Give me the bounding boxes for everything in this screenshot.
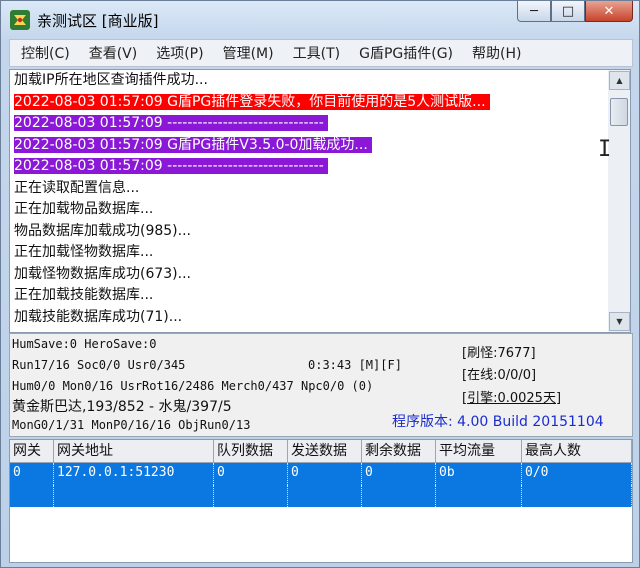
log-line: 加载怪物数据库成功(673)... bbox=[10, 264, 608, 286]
online-counter: [在线:0/0/0] bbox=[462, 368, 537, 383]
table-row[interactable] bbox=[10, 485, 632, 507]
menu-manage[interactable]: 管理(M) bbox=[212, 43, 282, 63]
scroll-down-arrow-icon[interactable]: ▼ bbox=[609, 312, 630, 331]
table-cell: 0 bbox=[362, 463, 436, 485]
log-line-text: 正在加载技能数据库... bbox=[14, 287, 154, 303]
log-line: 物品数据库加载成功(985)... bbox=[10, 221, 608, 243]
status-hum: Hum0/0 Mon0/16 UsrRot16/2486 Merch0/437 … bbox=[12, 379, 374, 393]
window-title: 亲测试区 [商业版] bbox=[37, 12, 159, 30]
table-cell bbox=[54, 485, 214, 507]
table-cell: 0 bbox=[10, 463, 54, 485]
table-cell bbox=[288, 485, 362, 507]
table-cell: 127.0.0.1:51230 bbox=[54, 463, 214, 485]
column-header-gateway-address[interactable]: 网关地址 bbox=[54, 440, 214, 462]
menu-options[interactable]: 选项(P) bbox=[145, 43, 211, 63]
status-run: Run17/16 Soc0/0 Usr0/345 bbox=[12, 358, 186, 372]
log-line: 2022-08-03 01:57:09 G盾PG插件V3.5.0-0加载成功..… bbox=[10, 135, 608, 157]
table-header: 网关 网关地址 队列数据 发送数据 剩余数据 平均流量 最高人数 bbox=[10, 440, 632, 463]
table-cell: 0b bbox=[436, 463, 522, 485]
column-header-avg-traffic[interactable]: 平均流量 bbox=[436, 440, 522, 462]
menu-tools[interactable]: 工具(T) bbox=[282, 43, 348, 63]
engine-counter: [引擎:0.0025天] bbox=[462, 391, 562, 406]
status-monster-info: 黄金斯巴达,193/852 - 水鬼/397/5 bbox=[12, 399, 232, 415]
log-line-text: 正在加载物品数据库... bbox=[14, 201, 154, 217]
log-line: 正在加载怪物数据库... bbox=[10, 242, 608, 264]
log-scrollbar[interactable]: ▲ ▼ bbox=[608, 69, 631, 333]
status-panel: HumSave:0 HeroSave:0 Run17/16 Soc0/0 Usr… bbox=[9, 333, 633, 437]
menu-bar: 控制(C) 查看(V) 选项(P) 管理(M) 工具(T) G盾PG插件(G) … bbox=[9, 39, 633, 67]
app-logo-icon bbox=[10, 10, 30, 30]
log-line-text: 加载技能数据库成功(71)... bbox=[14, 308, 183, 325]
status-runtime: 0:3:43 [M][F] bbox=[308, 358, 402, 372]
table-row[interactable]: 0 127.0.0.1:51230 0 0 0 0b 0/0 bbox=[10, 463, 632, 485]
log-line-text: 正在加载怪物数据库... bbox=[14, 244, 154, 260]
status-humsave: HumSave:0 HeroSave:0 bbox=[12, 337, 157, 351]
log-line: 加载技能数据库成功(71)... bbox=[10, 307, 608, 329]
log-output[interactable]: 加载IP所在地区查询插件成功... 2022-08-03 01:57:09 G盾P… bbox=[9, 69, 609, 333]
log-line: 2022-08-03 01:57:09 G盾PG插件登录失败，你目前使用的是5人… bbox=[10, 92, 608, 114]
column-header-max-users[interactable]: 最高人数 bbox=[522, 440, 632, 462]
log-line-text: 2022-08-03 01:57:09 G盾PG插件V3.5.0-0加载成功..… bbox=[14, 136, 372, 153]
program-version: 程序版本: 4.00 Build 20151104 bbox=[392, 414, 604, 430]
column-header-queue-data[interactable]: 队列数据 bbox=[214, 440, 288, 462]
refresh-counter: [刷怪:7677] bbox=[462, 346, 536, 361]
log-line-text: 加载怪物数据库成功(673)... bbox=[14, 265, 191, 282]
column-header-remaining-data[interactable]: 剩余数据 bbox=[362, 440, 436, 462]
table-cell bbox=[362, 485, 436, 507]
log-line: 正在加载物品数据库... bbox=[10, 199, 608, 221]
table-cell bbox=[436, 485, 522, 507]
menu-help[interactable]: 帮助(H) bbox=[461, 43, 529, 63]
log-line-text: 加载IP所在地区查询插件成功... bbox=[14, 72, 208, 88]
close-button[interactable]: ✕ bbox=[585, 1, 633, 22]
menu-view[interactable]: 查看(V) bbox=[78, 43, 146, 63]
text-cursor-icon: I bbox=[598, 137, 612, 162]
table-cell: 0 bbox=[214, 463, 288, 485]
log-line-text: 2022-08-03 01:57:09 --------------------… bbox=[14, 115, 328, 131]
table-cell bbox=[10, 485, 54, 507]
menu-gdun-plugin[interactable]: G盾PG插件(G) bbox=[348, 43, 461, 63]
log-line-text: 2022-08-03 01:57:09 G盾PG插件登录失败，你目前使用的是5人… bbox=[14, 93, 490, 110]
menu-control[interactable]: 控制(C) bbox=[10, 43, 78, 63]
column-header-gateway[interactable]: 网关 bbox=[10, 440, 54, 462]
log-line-text: 正在读取配置信息... bbox=[14, 179, 140, 196]
log-line: 2022-08-03 01:57:09 --------------------… bbox=[10, 156, 608, 178]
table-cell bbox=[214, 485, 288, 507]
main-window: 亲测试区 [商业版] ─ □ ✕ 控制(C) 查看(V) 选项(P) 管理(M)… bbox=[0, 0, 640, 568]
column-header-sent-data[interactable]: 发送数据 bbox=[288, 440, 362, 462]
scroll-thumb[interactable] bbox=[610, 98, 628, 126]
log-line: 2022-08-03 01:57:09 --------------------… bbox=[10, 113, 608, 135]
scroll-up-arrow-icon[interactable]: ▲ bbox=[609, 71, 630, 90]
title-bar[interactable]: 亲测试区 [商业版] ─ □ ✕ bbox=[1, 1, 639, 37]
table-cell: 0 bbox=[288, 463, 362, 485]
status-mon: MonG0/1/31 MonP0/16/16 ObjRun0/13 bbox=[12, 418, 251, 432]
log-line-text: 2022-08-03 01:57:09 --------------------… bbox=[14, 158, 328, 174]
minimize-button[interactable]: ─ bbox=[517, 1, 551, 22]
log-line: 正在读取配置信息... bbox=[10, 178, 608, 200]
log-line: 加载IP所在地区查询插件成功... bbox=[10, 70, 608, 92]
log-line: 正在加载技能数据库... bbox=[10, 285, 608, 307]
table-cell: 0/0 bbox=[522, 463, 632, 485]
table-cell bbox=[522, 485, 632, 507]
log-line-text: 物品数据库加载成功(985)... bbox=[14, 222, 191, 239]
maximize-button[interactable]: □ bbox=[551, 1, 585, 22]
gateway-table[interactable]: 网关 网关地址 队列数据 发送数据 剩余数据 平均流量 最高人数 0 127.0… bbox=[9, 439, 633, 563]
